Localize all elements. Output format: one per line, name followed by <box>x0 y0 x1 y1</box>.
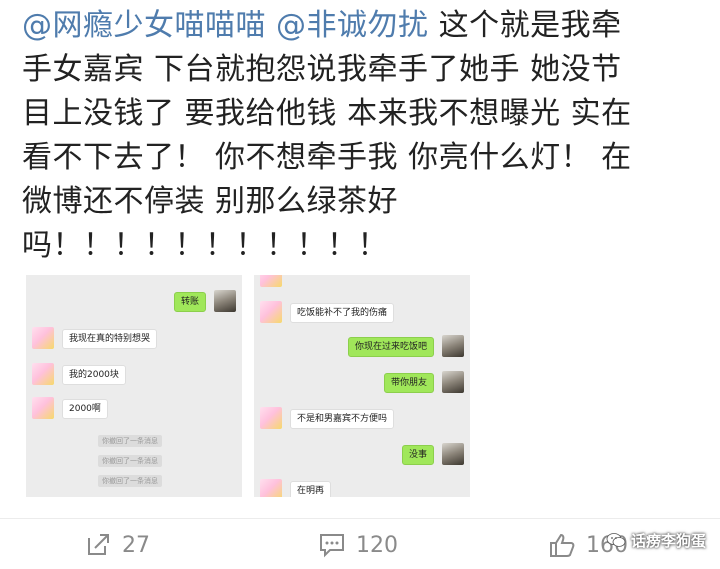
mention-link[interactable]: @非诚勿扰 <box>276 8 429 43</box>
chat-bubble: 带你朋友 <box>383 373 434 393</box>
repost-button[interactable]: 27 <box>86 531 150 559</box>
chat-bubble: 在明再 <box>290 481 332 497</box>
chat-screenshot-right[interactable]: 吃饭能补不了我的伤痛 你现在过来吃饭吧 带你朋友 不是和男嘉宾不方便吗 没事 在… <box>254 275 470 497</box>
chat-screenshot-left[interactable]: 转账 我现在真的特别想哭 我的2000块 2000啊 你撤回了一条消息 你撤回了… <box>26 275 242 497</box>
avatar <box>442 335 464 357</box>
post-text-segment: 这个就是我牵 <box>438 8 622 43</box>
chat-bubble: 不是和男嘉宾不方便吗 <box>290 409 395 429</box>
post-line-5: 微博还不停装 别那么绿茶好 <box>22 184 399 219</box>
avatar <box>32 327 54 349</box>
chat-bubble: 我的2000块 <box>62 365 126 385</box>
post-line-3: 目上没钱了 要我给他钱 本来我不想曝光 实在 <box>22 96 632 131</box>
chat-bubble: 没事 <box>401 445 434 465</box>
chat-bubble: 我现在真的特别想哭 <box>62 329 158 349</box>
avatar <box>260 301 282 323</box>
avatar <box>260 407 282 429</box>
chat-bubble: 你现在过来吃饭吧 <box>347 337 434 357</box>
system-note: 你撤回了一条消息 <box>98 455 162 467</box>
post-line-1: @网瘾少女喵喵喵 @非诚勿扰 这个就是我牵 <box>22 4 706 48</box>
repost-count: 27 <box>122 532 150 558</box>
repost-icon <box>88 534 109 555</box>
post-line-4: 看不下去了！ 你不想牵手我 你亮什么灯！ 在 <box>22 140 632 175</box>
post-line-2: 手女嘉宾 下台就抱怨说我牵手了她手 她没节 <box>22 52 622 87</box>
post-line-6: 吗！！！！！！！！！！！ <box>22 228 388 263</box>
attached-images: 转账 我现在真的特别想哭 我的2000块 2000啊 你撤回了一条消息 你撤回了… <box>26 275 688 497</box>
watermark-text: 话痨李狗蛋 <box>630 531 706 550</box>
chat-bubble: 转账 <box>173 292 206 312</box>
avatar <box>32 397 54 419</box>
system-note: 你撤回了一条消息 <box>98 475 162 487</box>
wechat-icon <box>606 533 626 547</box>
avatar <box>260 275 282 287</box>
chat-bubble: 吃饭能补不了我的伤痛 <box>290 303 395 323</box>
comment-count: 120 <box>356 532 398 558</box>
watermark: 话痨李狗蛋 <box>606 527 706 553</box>
avatar <box>214 290 236 312</box>
avatar <box>442 371 464 393</box>
avatar <box>32 363 54 385</box>
chat-bubble: 2000啊 <box>62 399 108 419</box>
post-text: @网瘾少女喵喵喵 @非诚勿扰 这个就是我牵 手女嘉宾 下台就抱怨说我牵手了她手 … <box>22 4 706 268</box>
avatar <box>442 443 464 465</box>
avatar <box>260 479 282 497</box>
comment-button[interactable]: 120 <box>318 531 398 559</box>
mention-link[interactable]: @网瘾少女喵喵喵 <box>22 8 266 43</box>
comment-icon <box>320 534 344 558</box>
thumbs-up-icon <box>550 533 575 557</box>
system-note: 你撤回了一条消息 <box>98 435 162 447</box>
